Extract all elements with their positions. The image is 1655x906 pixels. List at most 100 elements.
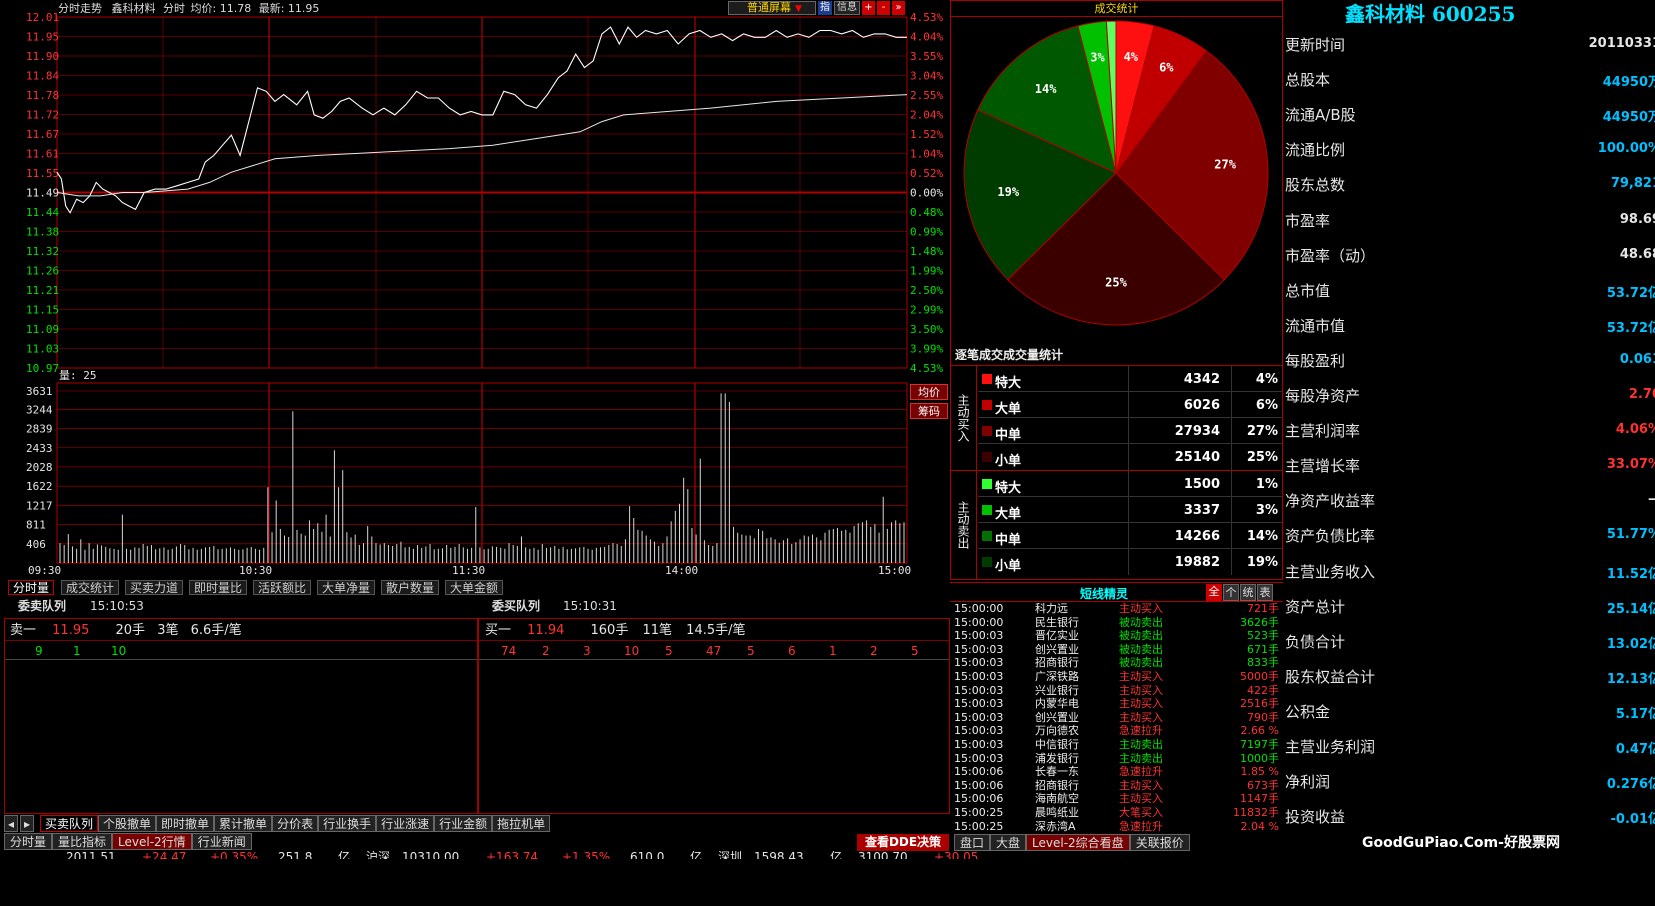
info-label: 更新时间 <box>1285 36 1346 54</box>
sprite-row[interactable]: 15:00:03 浦发银行 主动卖出 1000手 <box>950 752 1283 765</box>
bottom-tab2-0[interactable]: 分时量 <box>4 833 53 850</box>
ticker-item: 10310.00 <box>402 851 460 859</box>
sprite-row[interactable]: 15:00:25 晨鸣纸业 大笔买入 11832手 <box>950 806 1283 819</box>
scroll-left-icon[interactable]: ◂ <box>4 815 18 832</box>
tab-volume[interactable]: 分时量 <box>8 580 55 595</box>
sell-order-qty: 1 <box>73 644 81 658</box>
sell-stat-pct: 14% <box>1246 529 1278 544</box>
tab-retail-count[interactable]: 散户数量 <box>381 580 440 595</box>
buy-stat-pct: 25% <box>1246 450 1278 465</box>
tab-trade-stats[interactable]: 成交统计 <box>61 580 120 595</box>
sprite-row[interactable]: 15:00:03 广深铁路 主动买入 5000手 <box>950 670 1283 683</box>
sprite-amount: 790手 <box>1247 710 1279 724</box>
sprite-filter-stats[interactable]: 统 <box>1240 584 1256 601</box>
chip-button[interactable]: 筹码 <box>910 403 948 419</box>
bottom-tab2-2[interactable]: Level-2行情 <box>112 833 192 850</box>
tab-buy-sell-power[interactable]: 买卖力道 <box>125 580 184 595</box>
info-value: 33.07% <box>1606 457 1655 473</box>
right-tab-bar: 盘口 大盘 Level-2综合看盘 关联报价 <box>954 834 1190 851</box>
right-tab-2[interactable]: Level-2综合看盘 <box>1026 834 1130 851</box>
sprite-filter-all[interactable]: 全 <box>1206 584 1222 601</box>
buy-order-qty: 2 <box>542 644 550 658</box>
info-label: 公积金 <box>1285 702 1331 721</box>
sprite-row[interactable]: 15:00:25 深赤湾A 急速拉升 2.04 % <box>950 820 1283 833</box>
pct-tick-label: 1.48% <box>910 245 943 258</box>
buy-stat-name: 特大 <box>995 376 1022 391</box>
bottom-tab2-1[interactable]: 量比指标 <box>52 833 113 850</box>
time-tick-label: 15:00 <box>878 564 911 577</box>
price-chart-svg: 12.01 4.53% 11.95 4.04% 11.90 3.55% 11.84 3.04%… <box>26 11 943 577</box>
buy-stat-value: 25140 <box>1174 450 1220 465</box>
sprite-event: 被动卖出 <box>1119 656 1163 670</box>
pct-tick-label: 4.53% <box>910 11 943 24</box>
bottom-tab-5[interactable]: 行业换手 <box>318 815 377 832</box>
sprite-row[interactable]: 15:00:03 内蒙华电 主动买入 2516手 <box>950 697 1283 710</box>
bottom-tab-8[interactable]: 拖拉机单 <box>492 815 551 832</box>
info-label: 资产负债比率 <box>1285 527 1376 546</box>
tab-big-net[interactable]: 大单净量 <box>317 580 376 595</box>
right-tab-0[interactable]: 盘口 <box>954 834 991 851</box>
sprite-time: 15:00:06 <box>954 792 1004 806</box>
sprite-row[interactable]: 15:00:03 创兴置业 被动卖出 671手 <box>950 643 1283 656</box>
sprite-time: 15:00:06 <box>954 778 1004 792</box>
sprite-filter-table[interactable]: 表 <box>1257 584 1273 601</box>
sprite-filter-stock[interactable]: 个 <box>1223 584 1239 601</box>
tab-big-amount[interactable]: 大单金额 <box>445 580 504 595</box>
bottom-tab-1[interactable]: 个股撤单 <box>98 815 157 832</box>
buy-order-qty: 47 <box>706 644 722 658</box>
info-label: 主营业务利润 <box>1285 738 1376 756</box>
bottom-tab-0[interactable]: 买卖队列 <box>40 815 99 832</box>
sprite-amount: 422手 <box>1247 683 1279 697</box>
tab-volume-ratio[interactable]: 即时量比 <box>189 580 248 595</box>
sprite-row[interactable]: 15:00:03 兴业银行 主动买入 422手 <box>950 684 1283 697</box>
sprite-row[interactable]: 15:00:06 海南航空 主动买入 1147手 <box>950 792 1283 805</box>
info-value: 98.69 <box>1619 211 1655 227</box>
buy-order-qty: 10 <box>624 644 640 658</box>
stock-title: 鑫科材料 600255 <box>1345 2 1516 26</box>
info-label: 股东权益合计 <box>1285 667 1376 686</box>
bottom-tab-3[interactable]: 累计撤单 <box>214 815 273 832</box>
intraday-chart-area[interactable]: 分时走势 鑫科材料 分时 均价: 11.78 最新: 11.95 普通屏幕 ▼ 指… <box>0 0 950 580</box>
scroll-right-icon[interactable]: ▸ <box>20 815 34 832</box>
info-value: 44950万 <box>1602 110 1655 126</box>
sprite-time: 15:00:03 <box>954 697 1004 711</box>
sprite-row[interactable]: 15:00:03 创兴置业 主动买入 790手 <box>950 711 1283 724</box>
legend-swatch <box>982 557 992 567</box>
bottom-tab-7[interactable]: 行业金额 <box>434 815 493 832</box>
volume-tick-label: 2028 <box>26 461 53 474</box>
sprite-row[interactable]: 15:00:06 长春一东 急速拉升 1.85 % <box>950 765 1283 778</box>
buy-stat-row: 中单 27934 27% <box>978 418 1282 444</box>
sprite-amount: 5000手 <box>1240 670 1279 683</box>
time-tick-label: 10:30 <box>239 564 272 577</box>
sell1-avg: 6.6手/笔 <box>190 623 242 638</box>
bottom-tab-2[interactable]: 即时撤单 <box>156 815 215 832</box>
bottom-tab-4[interactable]: 分价表 <box>272 815 319 832</box>
bottom-tab2-3[interactable]: 行业新闻 <box>191 833 252 850</box>
ticker-item: +24.47 <box>142 851 187 859</box>
sprite-row[interactable]: 15:00:03 招商银行 被动卖出 833手 <box>950 656 1283 669</box>
sprite-stock: 兴业银行 <box>1035 683 1079 697</box>
ticker-item: 251.8 <box>278 851 313 859</box>
sprite-stock: 广深铁路 <box>1035 670 1079 683</box>
sprite-row[interactable]: 15:00:00 科力远 主动买入 721手 <box>950 602 1283 615</box>
buy-stat-value: 6026 <box>1183 398 1220 413</box>
tab-active-ratio[interactable]: 活跃额比 <box>253 580 312 595</box>
sprite-amount: 673手 <box>1247 778 1279 792</box>
sprite-row[interactable]: 15:00:03 中信银行 主动卖出 7197手 <box>950 738 1283 751</box>
sprite-row[interactable]: 15:00:03 晋亿实业 被动卖出 523手 <box>950 629 1283 642</box>
dde-button[interactable]: 查看DDE决策 <box>857 834 949 851</box>
right-tab-1[interactable]: 大盘 <box>990 834 1027 851</box>
bottom-tab-6[interactable]: 行业涨速 <box>376 815 435 832</box>
sprite-title: 短线精灵 <box>1080 587 1129 601</box>
price-tick-label: 11.21 <box>26 284 59 297</box>
pct-tick-label: 3.50% <box>910 323 943 336</box>
price-tick-label: 11.03 <box>26 343 59 356</box>
time-tick-label: 09:30 <box>28 564 61 577</box>
avg-price-button[interactable]: 均价 <box>910 384 948 400</box>
right-tab-3[interactable]: 关联报价 <box>1129 834 1190 851</box>
sprite-event: 主动买入 <box>1119 778 1163 792</box>
sprite-row[interactable]: 15:00:03 万向德农 急速拉升 2.66 % <box>950 724 1283 737</box>
sprite-row[interactable]: 15:00:06 招商银行 主动买入 673手 <box>950 779 1283 792</box>
sprite-row[interactable]: 15:00:00 民生银行 被动卖出 3626手 <box>950 616 1283 629</box>
sprite-event: 急速拉升 <box>1119 765 1163 779</box>
